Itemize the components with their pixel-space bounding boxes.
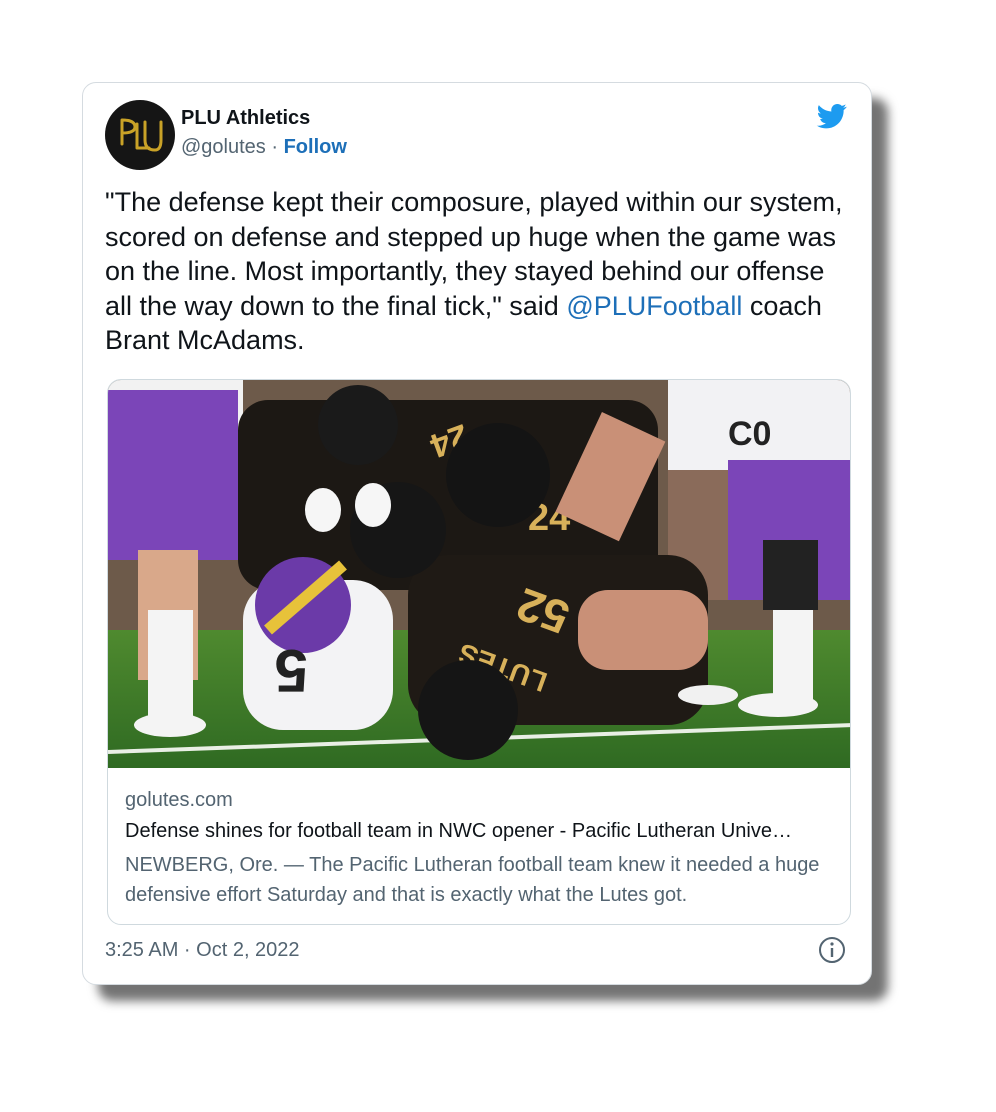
handle-separator: · bbox=[265, 136, 284, 158]
author-handle-row: @golutes · Follow bbox=[181, 136, 347, 159]
svg-text:5: 5 bbox=[275, 637, 308, 704]
card-description: NEWBERG, Ore. — The Pacific Lutheran foo… bbox=[125, 854, 820, 906]
plu-logo-icon bbox=[120, 118, 163, 152]
info-icon[interactable] bbox=[818, 936, 846, 964]
avatar[interactable] bbox=[105, 100, 175, 170]
card-title: Defense shines for football team in NWC … bbox=[125, 820, 792, 842]
card-domain: golutes.com bbox=[125, 789, 233, 811]
mention-link[interactable]: @PLUFootball bbox=[566, 291, 742, 321]
author-name[interactable]: PLU Athletics bbox=[181, 107, 310, 130]
link-preview-card[interactable]: 52 LUTES 24 24 5 C0 golutes.com Defense … bbox=[107, 379, 851, 925]
follow-button[interactable]: Follow bbox=[284, 136, 347, 158]
football-photo: 52 LUTES 24 24 5 C0 bbox=[108, 380, 850, 768]
tweet-text: "The defense kept their composure, playe… bbox=[105, 185, 857, 358]
svg-text:C0: C0 bbox=[728, 415, 771, 453]
tweet-card: PLU Athletics @golutes · Follow "The def… bbox=[82, 82, 872, 985]
author-handle[interactable]: @golutes bbox=[181, 136, 266, 158]
tweet-timestamp[interactable]: 3:25 AM · Oct 2, 2022 bbox=[105, 939, 300, 962]
twitter-bird-icon[interactable] bbox=[815, 101, 849, 131]
